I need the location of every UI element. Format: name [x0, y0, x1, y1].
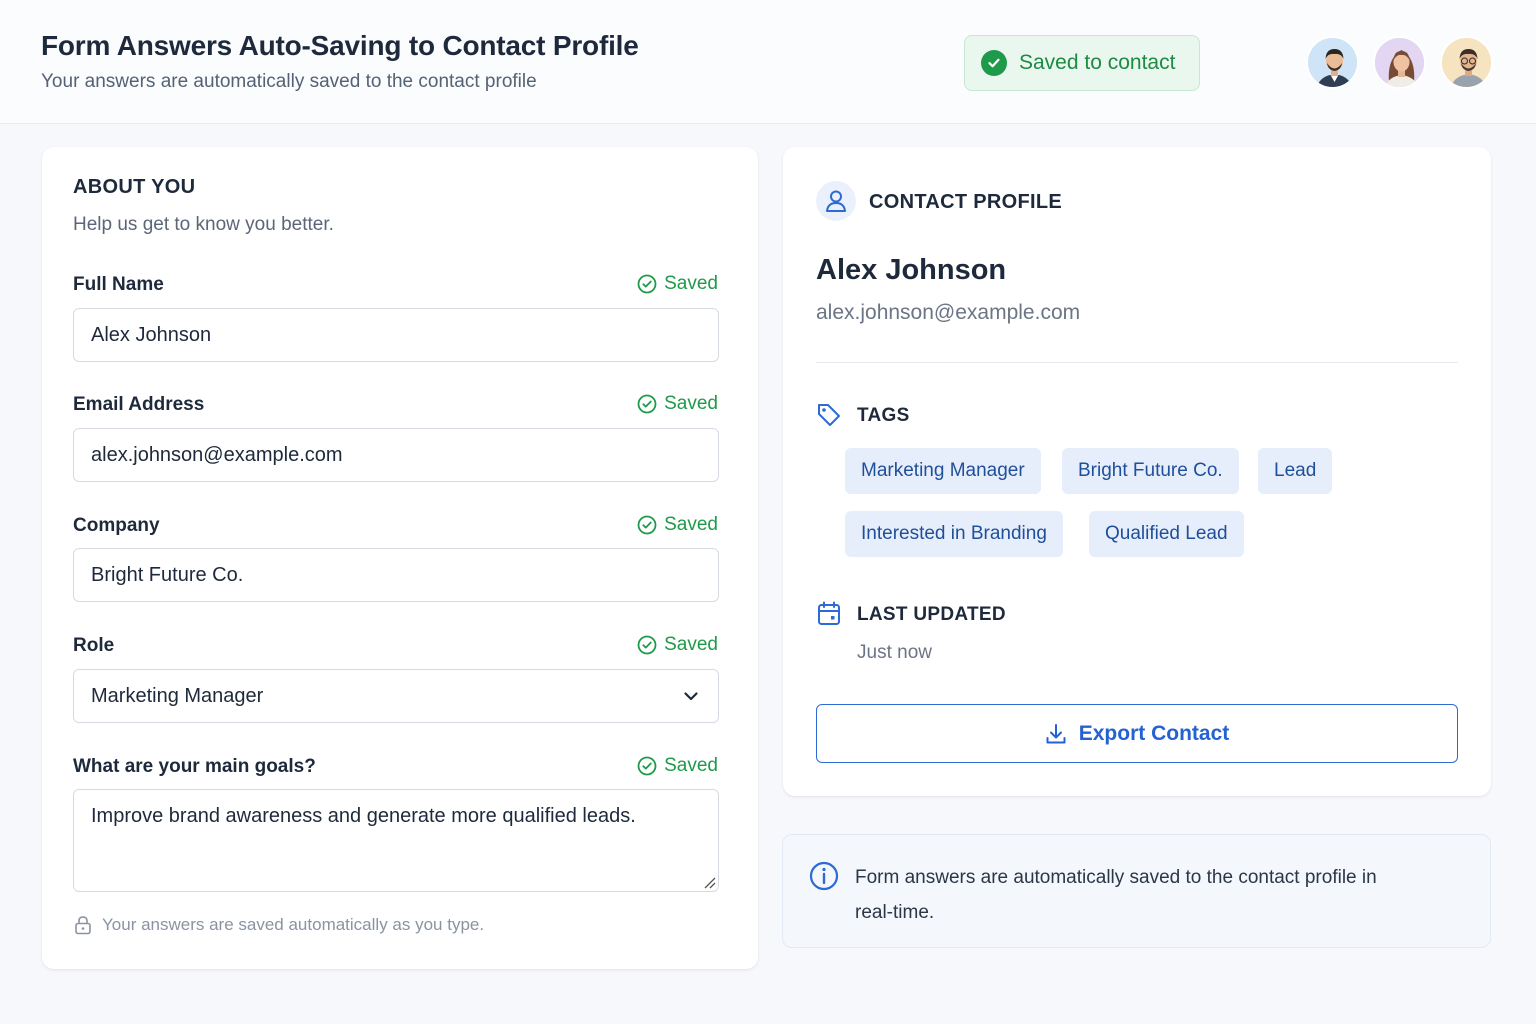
export-contact-button[interactable]: Export Contact: [816, 704, 1458, 763]
company-input[interactable]: Bright Future Co.: [73, 548, 719, 602]
full-name-input[interactable]: Alex Johnson: [73, 308, 719, 362]
check-circle-icon: [637, 274, 657, 294]
contact-email: alex.johnson@example.com: [816, 301, 1081, 324]
tag-chip[interactable]: Bright Future Co.: [1062, 448, 1239, 494]
saved-status-badge: Saved to contact: [964, 35, 1200, 91]
contact-profile-title: CONTACT PROFILE: [869, 191, 1063, 213]
info-banner: Form answers are automatically saved to …: [782, 834, 1491, 948]
email-saved-indicator: Saved: [637, 393, 718, 415]
email-address-label: Email Address: [73, 394, 205, 415]
tag-icon: [818, 404, 840, 426]
main-goals-textarea[interactable]: Improve brand awareness and generate mor…: [73, 789, 719, 892]
company-saved-indicator: Saved: [637, 514, 718, 536]
form-section-subtitle: Help us get to know you better.: [73, 214, 334, 235]
check-circle-icon: [637, 635, 657, 655]
role-saved-indicator: Saved: [637, 634, 718, 656]
about-you-form-card: ABOUT YOU Help us get to know you better…: [42, 147, 758, 969]
page-header: Form Answers Auto-Saving to Contact Prof…: [0, 0, 1536, 124]
tag-chip[interactable]: Lead: [1258, 448, 1333, 494]
autosave-footnote: Your answers are saved automatically as …: [74, 915, 484, 935]
role-select-value: Marketing Manager: [91, 684, 264, 707]
calendar-icon: [818, 601, 840, 625]
tag-chip[interactable]: Qualified Lead: [1089, 511, 1244, 557]
check-circle-icon: [637, 515, 657, 535]
chevron-down-icon: [684, 692, 698, 701]
last-updated-label: LAST UPDATED: [857, 604, 1006, 625]
check-circle-icon: [637, 756, 657, 776]
divider: [816, 362, 1458, 363]
info-icon: [809, 861, 839, 891]
avatar[interactable]: [1440, 36, 1493, 89]
form-section-title: ABOUT YOU: [73, 176, 196, 198]
role-select[interactable]: Marketing Manager: [73, 669, 719, 723]
contact-profile-card: CONTACT PROFILE Alex Johnson alex.johnso…: [783, 147, 1491, 796]
avatar[interactable]: [1306, 36, 1359, 89]
tag-chip[interactable]: Interested in Branding: [845, 511, 1063, 557]
user-icon: [816, 181, 856, 221]
resize-handle-icon: [704, 877, 716, 889]
page-title: Form Answers Auto-Saving to Contact Prof…: [41, 30, 639, 61]
goals-saved-indicator: Saved: [637, 755, 718, 777]
last-updated-value: Just now: [857, 642, 932, 663]
tags-label: TAGS: [857, 405, 910, 426]
full-name-label: Full Name: [73, 274, 164, 295]
role-label: Role: [73, 635, 115, 656]
check-circle-icon: [981, 50, 1007, 76]
avatar[interactable]: [1373, 36, 1426, 89]
tag-chip[interactable]: Marketing Manager: [845, 448, 1041, 494]
main-goals-value: Improve brand awareness and generate mor…: [91, 805, 636, 827]
info-text: Form answers are automatically saved to …: [855, 867, 1377, 923]
company-label: Company: [73, 515, 160, 536]
email-address-input[interactable]: alex.johnson@example.com: [73, 428, 719, 482]
full-name-saved-indicator: Saved: [637, 273, 718, 295]
download-icon: [1046, 723, 1066, 743]
lock-icon: [75, 916, 91, 935]
saved-status-text: Saved to contact: [1019, 51, 1176, 74]
contact-name: Alex Johnson: [816, 254, 1007, 286]
main-goals-label: What are your main goals?: [73, 756, 316, 777]
check-circle-icon: [637, 394, 657, 414]
page-subtitle: Your answers are automatically saved to …: [41, 71, 537, 92]
